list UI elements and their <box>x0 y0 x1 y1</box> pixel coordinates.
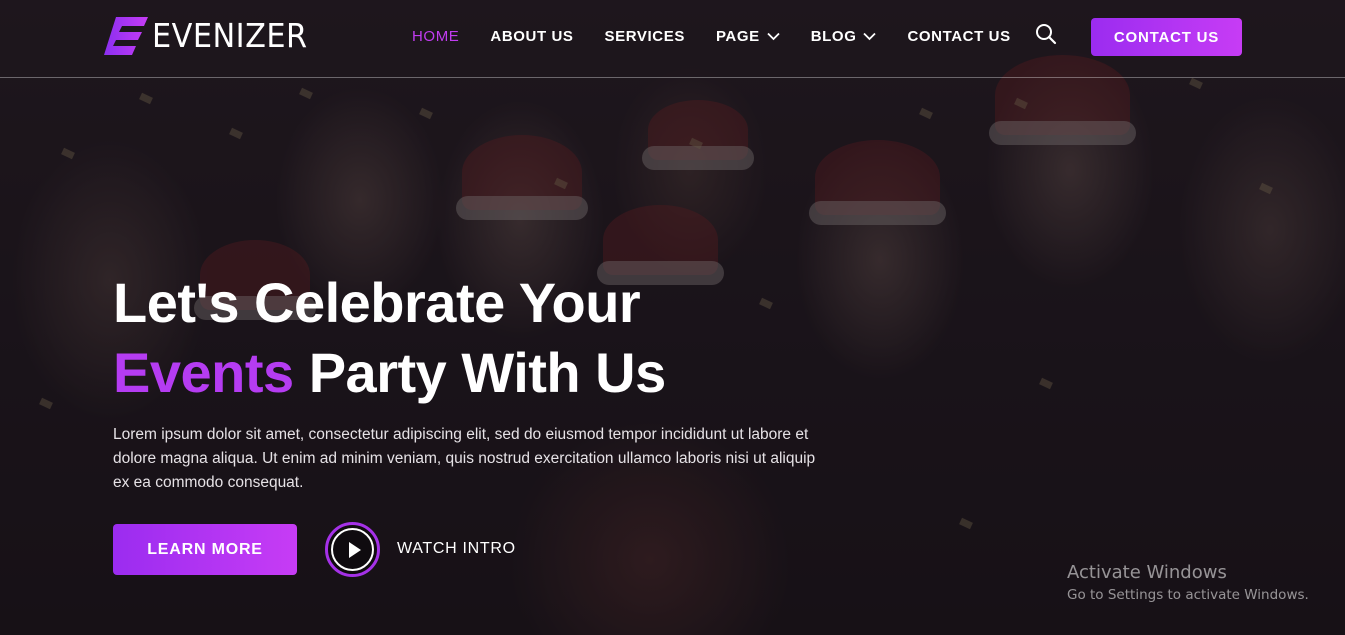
watermark-title: Activate Windows <box>1067 562 1227 583</box>
site-header: EVENIZER HOME ABOUT US SERVICES PAGE BLO… <box>0 0 1345 78</box>
logo-e-icon <box>104 16 148 55</box>
nav-item-services[interactable]: SERVICES <box>605 28 685 45</box>
main-nav: HOME ABOUT US SERVICES PAGE BLOG CONTACT… <box>412 28 1042 45</box>
watermark-subtitle: Go to Settings to activate Windows. <box>1067 587 1309 603</box>
hero-description: Lorem ipsum dolor sit amet, consectetur … <box>113 426 816 491</box>
contact-us-button[interactable]: CONTACT US <box>1091 18 1242 56</box>
chevron-down-icon <box>863 32 877 41</box>
learn-more-button[interactable]: LEARN MORE <box>113 524 297 575</box>
play-video-button[interactable] <box>325 522 380 577</box>
hero-title: Let's Celebrate Your Events Party With U… <box>113 268 666 408</box>
nav-item-label: CONTACT US <box>907 28 1011 45</box>
chevron-down-icon <box>767 32 780 41</box>
nav-item-about[interactable]: ABOUT US <box>490 28 573 45</box>
search-icon[interactable] <box>1035 23 1057 45</box>
windows-activation-watermark: Activate Windows Go to Settings to activ… <box>1067 562 1309 606</box>
nav-item-blog[interactable]: BLOG <box>811 28 877 45</box>
nav-item-home[interactable]: HOME <box>412 28 459 45</box>
nav-item-label: ABOUT US <box>490 28 574 45</box>
nav-item-label: PAGE <box>715 28 760 45</box>
brand-name: EVENIZER <box>152 16 308 55</box>
nav-item-label: SERVICES <box>604 28 685 45</box>
hero-title-line2: Party With Us <box>308 341 667 404</box>
hero-title-line1: Let's Celebrate Your <box>113 271 641 334</box>
nav-item-contact[interactable]: CONTACT US <box>907 28 1010 45</box>
play-circle <box>331 528 374 571</box>
play-icon <box>348 541 361 558</box>
watch-intro-link[interactable]: WATCH INTRO <box>397 540 516 558</box>
nav-item-page[interactable]: PAGE <box>716 28 780 45</box>
brand-logo[interactable]: EVENIZER <box>104 16 321 55</box>
nav-item-label: HOME <box>412 28 460 45</box>
hero-title-accent: Events <box>113 341 294 404</box>
nav-item-label: BLOG <box>810 28 857 45</box>
